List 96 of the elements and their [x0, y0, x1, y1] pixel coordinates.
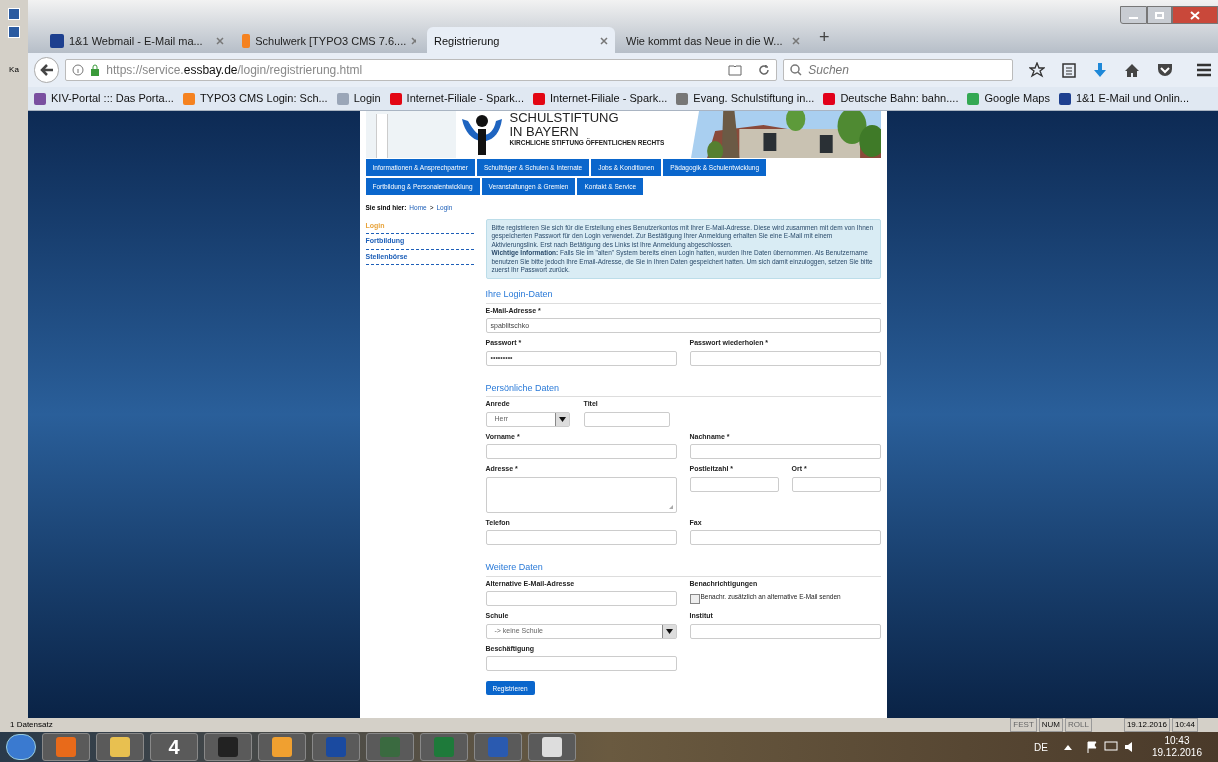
new-tab-button[interactable]: + — [811, 24, 838, 55]
input-field[interactable] — [583, 411, 670, 427]
minimize-button[interactable] — [1120, 6, 1147, 24]
bookmark-icon — [389, 92, 402, 105]
reader-view-icon[interactable] — [728, 64, 743, 76]
info-icon — [72, 64, 85, 76]
input-field[interactable] — [689, 444, 881, 460]
logo-title: SCHULSTIFTUNG — [509, 111, 620, 124]
language-indicator[interactable]: DE — [1034, 739, 1048, 755]
strip-label: Ka — [9, 64, 19, 76]
tab-close-icon[interactable] — [600, 37, 608, 45]
bookmark-item[interactable]: Internet-Filiale - Spark... — [406, 90, 524, 107]
browser-tab[interactable]: Registrierung — [427, 27, 615, 55]
status-time: 10:44 — [1171, 718, 1198, 732]
bookmark-item[interactable]: Login — [353, 90, 381, 107]
app-icon[interactable] — [8, 26, 20, 38]
bookmark-item[interactable]: 1&1 E-Mail und Onlin... — [1075, 90, 1189, 107]
clipboard-icon[interactable] — [1062, 62, 1076, 78]
input-field[interactable] — [689, 350, 881, 366]
input-field[interactable] — [689, 530, 881, 546]
back-arrow-icon — [39, 64, 54, 76]
reload-icon[interactable] — [758, 64, 771, 76]
status-indicator: ROLL — [1065, 718, 1092, 732]
search-field[interactable]: Suchen — [783, 59, 1013, 81]
input-field[interactable] — [689, 476, 779, 492]
bookmark-icon — [532, 92, 545, 105]
resize-grip-icon — [667, 503, 674, 510]
maximize-button[interactable] — [1147, 6, 1172, 24]
bookmark-icon — [823, 92, 836, 105]
tab-favicon-icon — [242, 34, 251, 48]
pocket-icon[interactable] — [1157, 63, 1173, 77]
back-button[interactable] — [34, 57, 60, 83]
input-field[interactable] — [485, 591, 677, 607]
taskbar-app-icon[interactable] — [96, 733, 144, 761]
bookmark-item[interactable]: Internet-Filiale - Spark... — [549, 90, 668, 107]
browser-tab[interactable]: Schulwerk [TYPO3 CMS 7.6.... — [235, 27, 423, 55]
logo-icon — [459, 115, 504, 155]
tab-title: 1&1 Webmail - E-Mail ma... — [69, 33, 204, 49]
browser-tab[interactable]: 1&1 Webmail - E-Mail ma... — [43, 27, 231, 55]
bookmark-icon — [967, 92, 980, 105]
search-icon — [790, 64, 803, 76]
tray-expand-icon[interactable] — [1063, 744, 1072, 750]
input-field[interactable] — [485, 530, 677, 546]
tab-close-icon[interactable] — [792, 37, 800, 45]
bookmark-icon — [676, 92, 689, 105]
section-title: Ihre Login-Daten — [485, 288, 881, 304]
clock-time: 10:43 — [1164, 735, 1190, 747]
address-bar[interactable]: https://service.essbay.de/login/registrierung.html — [65, 59, 778, 81]
tab-favicon-icon — [50, 34, 64, 48]
checkbox[interactable] — [689, 594, 700, 605]
status-indicator: NUM — [1038, 718, 1063, 732]
star-icon[interactable] — [1029, 62, 1045, 78]
bookmark-icon — [182, 92, 195, 105]
section-title: Persönliche Daten — [485, 381, 881, 398]
bookmark-icon — [34, 92, 46, 105]
home-icon[interactable] — [1124, 62, 1140, 78]
input-field[interactable] — [689, 623, 881, 639]
network-icon[interactable] — [1103, 741, 1118, 753]
app-icon[interactable] — [8, 8, 20, 20]
status-text: 1 Datensatz — [10, 719, 53, 731]
clock-date: 19.12.2016 — [1151, 747, 1202, 759]
taskbar-app-icon[interactable] — [42, 733, 90, 761]
taskbar-app-icon[interactable] — [528, 733, 576, 761]
taskbar-app-icon[interactable]: 4 — [150, 733, 198, 761]
bookmark-item[interactable]: TYPO3 CMS Login: Sch... — [199, 90, 328, 107]
taskbar-app-icon[interactable] — [258, 733, 306, 761]
flag-icon[interactable] — [1085, 741, 1098, 753]
textarea-field[interactable] — [485, 476, 677, 513]
tab-close-icon[interactable] — [411, 37, 416, 45]
logo-title: IN BAYERN — [509, 125, 580, 138]
close-button[interactable] — [1172, 6, 1218, 24]
close-icon — [1190, 10, 1200, 20]
bookmark-item[interactable]: Deutsche Bahn: bahn.... — [840, 90, 959, 107]
start-button[interactable] — [6, 734, 36, 760]
tab-title: Registrierung — [434, 33, 501, 49]
bookmark-icon — [336, 92, 349, 105]
menu-icon[interactable] — [1196, 63, 1212, 77]
input-field[interactable] — [485, 444, 677, 460]
tab-close-icon[interactable] — [216, 37, 224, 45]
taskbar-app-icon[interactable] — [204, 733, 252, 761]
bookmark-item[interactable]: Evang. Schulstiftung in... — [693, 90, 815, 107]
taskbar-app-icon[interactable] — [312, 733, 360, 761]
status-date: 19.12.2016 — [1123, 718, 1170, 732]
section-title: Weitere Daten — [485, 561, 881, 577]
lock-icon — [90, 64, 101, 76]
tab-title: Schulwerk [TYPO3 CMS 7.6.... — [255, 33, 407, 49]
input-field[interactable] — [485, 656, 677, 672]
tab-title: Wie kommt das Neue in die W... — [626, 33, 784, 49]
status-indicator: FEST — [1010, 718, 1037, 732]
input-field[interactable] — [791, 476, 881, 492]
url-text: https://service.essbay.de/login/registrierung.html — [106, 62, 363, 79]
bookmark-item[interactable]: Google Maps — [984, 90, 1050, 107]
bookmark-icon — [1058, 92, 1071, 105]
bookmark-item[interactable]: KIV-Portal ::: Das Porta... — [51, 90, 174, 107]
browser-tab[interactable]: Wie kommt das Neue in die W... — [619, 27, 807, 55]
download-icon[interactable] — [1093, 62, 1107, 78]
